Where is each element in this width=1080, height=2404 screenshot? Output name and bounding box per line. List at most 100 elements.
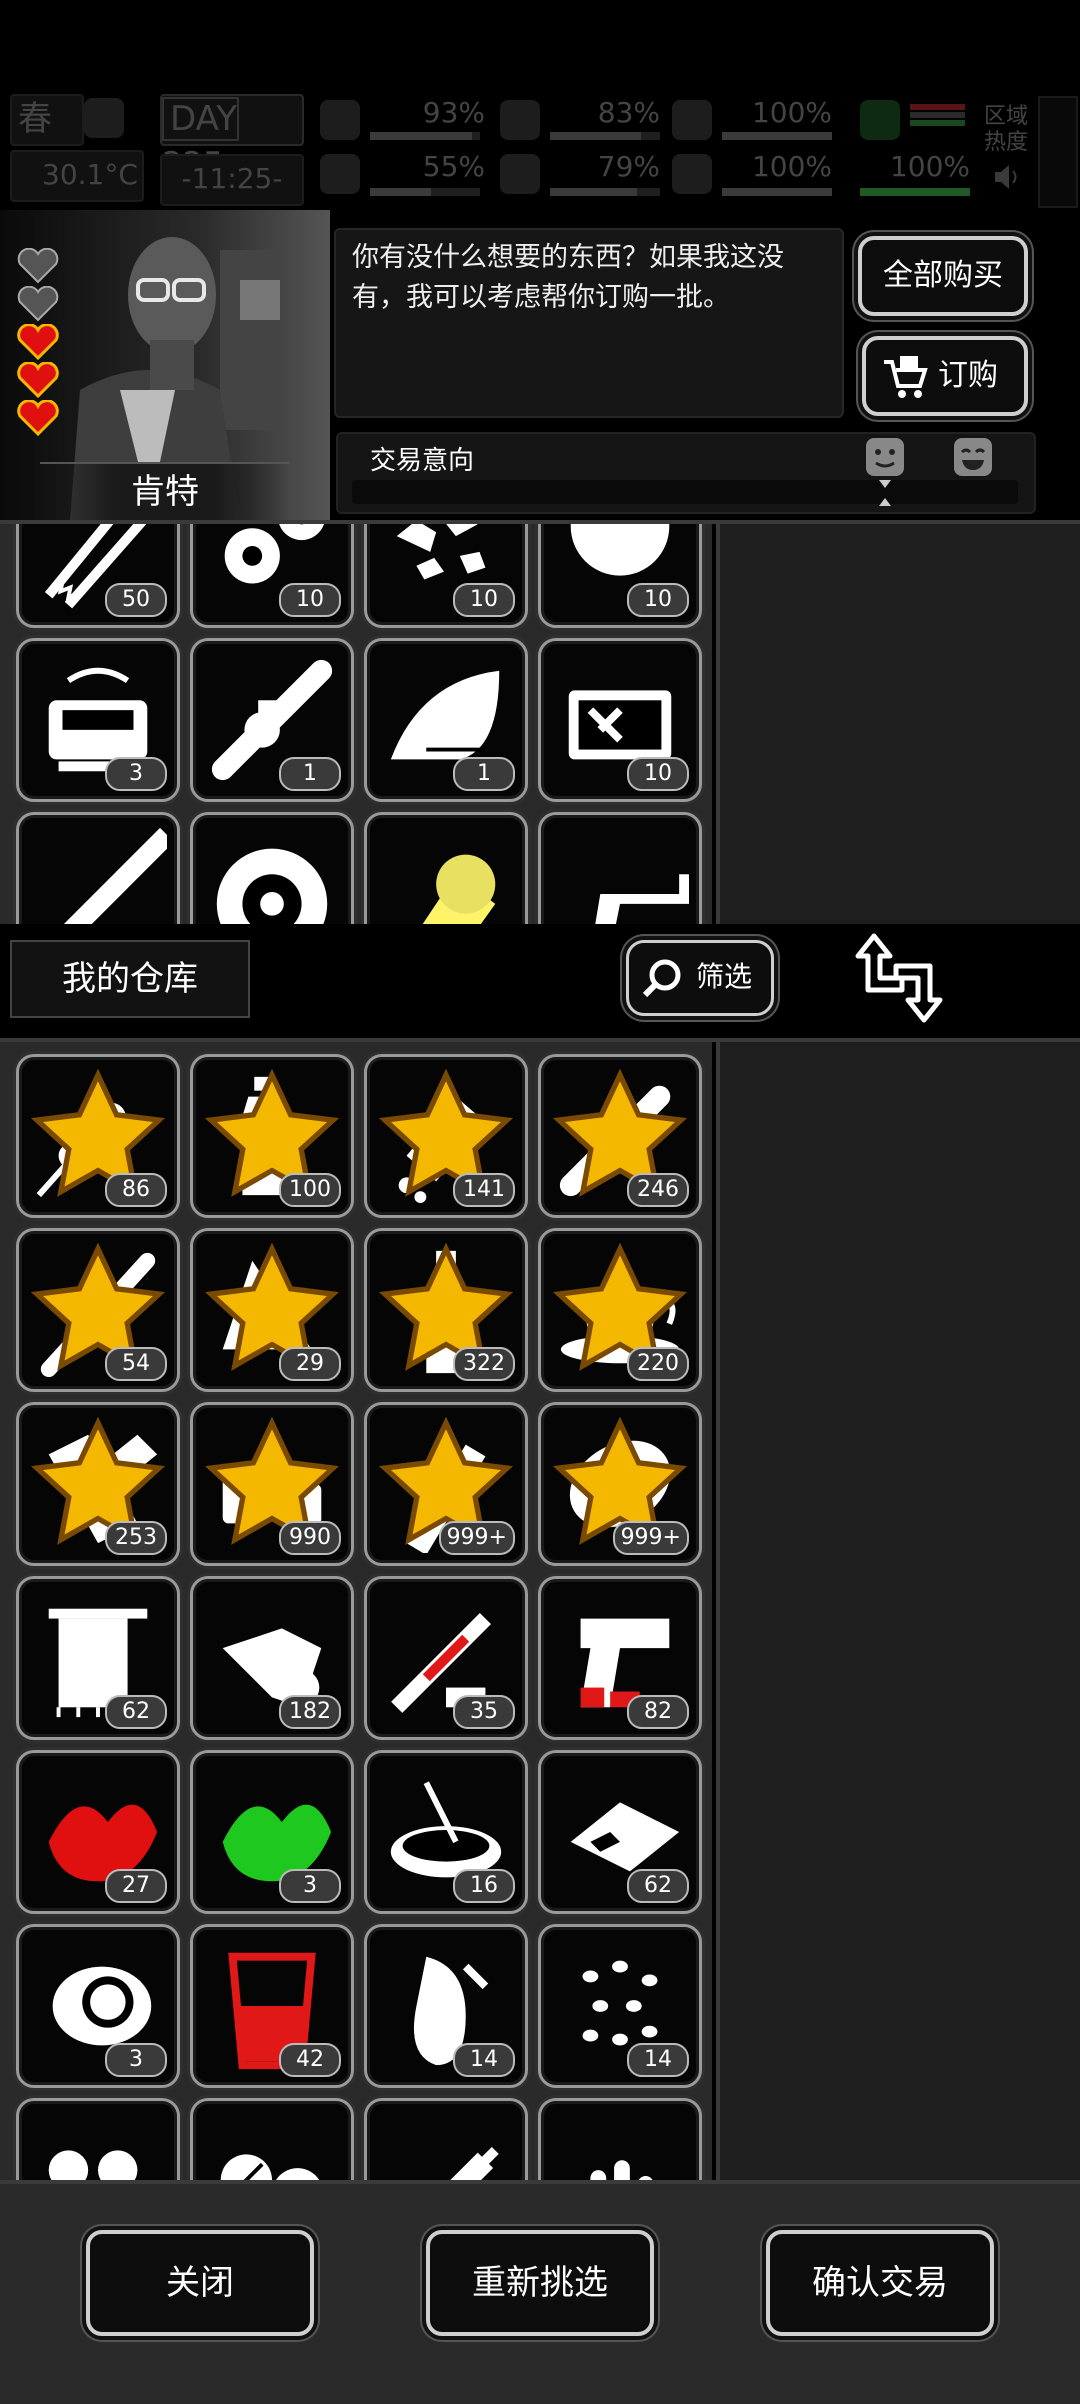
item-slot[interactable]: 182 bbox=[190, 1576, 354, 1740]
season-box: 春 bbox=[10, 94, 84, 146]
item-slot[interactable]: 322 bbox=[364, 1228, 528, 1392]
item-count: 10 bbox=[627, 757, 689, 791]
item-count: 1 bbox=[279, 757, 341, 791]
item-slot[interactable]: 10 bbox=[364, 524, 528, 628]
merchant-inventory[interactable]: 50 10 10 10 3 1 1 10 bbox=[0, 520, 1080, 924]
item-slot[interactable]: 1 bbox=[190, 638, 354, 802]
medkit-icon bbox=[320, 100, 360, 140]
item-slot[interactable] bbox=[16, 812, 180, 924]
item-slot[interactable]: 35 bbox=[364, 1576, 528, 1740]
item-slot[interactable]: 27 bbox=[16, 1750, 180, 1914]
close-button[interactable]: 关闭 bbox=[86, 2230, 314, 2336]
heart-icon bbox=[672, 154, 712, 194]
npc-name: 肯特 bbox=[40, 462, 290, 520]
pistol-icon bbox=[595, 874, 689, 924]
item-slot[interactable]: 220 bbox=[538, 1228, 702, 1392]
item-slot[interactable]: 3 bbox=[190, 1750, 354, 1914]
item-slot[interactable]: 86 bbox=[16, 1054, 180, 1218]
nuts-icon bbox=[48, 2150, 138, 2184]
item-slot[interactable]: 62 bbox=[16, 1576, 180, 1740]
item-count: 86 bbox=[105, 1173, 167, 1207]
health-bar-fill bbox=[370, 132, 473, 140]
item-slot[interactable]: 10 bbox=[538, 524, 702, 628]
item-count: 10 bbox=[627, 583, 689, 617]
item-slot[interactable]: 50 bbox=[16, 524, 180, 628]
region-heat-label: 区域 热度 bbox=[984, 104, 1029, 155]
person-icon bbox=[860, 100, 900, 140]
item-count: 182 bbox=[279, 1695, 341, 1729]
item-count: 14 bbox=[627, 2043, 689, 2077]
season-label: 春 bbox=[18, 99, 52, 139]
affinity-heart-full-icon bbox=[17, 400, 59, 436]
side-panel-handle[interactable] bbox=[1038, 96, 1078, 208]
hunger-bar bbox=[550, 132, 660, 140]
warehouse-inventory[interactable]: 86 100 141 246 54 29 322 220 253 990 999+ 999+ 62 182… bbox=[0, 1038, 1080, 2184]
item-slot[interactable]: 1 bbox=[364, 638, 528, 802]
item-count: 50 bbox=[105, 583, 167, 617]
item-slot[interactable]: 29 bbox=[190, 1228, 354, 1392]
status-bar: 春 DAY 225 30.1°C -11:25- 93% 83% 100% 55… bbox=[0, 88, 1080, 208]
item-slot[interactable]: 14 bbox=[538, 1924, 702, 2088]
item-slot[interactable] bbox=[364, 812, 528, 924]
item-slot[interactable]: 82 bbox=[538, 1576, 702, 1740]
magnifier-icon bbox=[642, 959, 681, 998]
item-slot[interactable]: 253 bbox=[16, 1402, 180, 1566]
item-count: 246 bbox=[627, 1173, 689, 1207]
stat-health: 93% bbox=[422, 96, 485, 129]
item-count: 14 bbox=[453, 2043, 515, 2077]
weather-icon bbox=[84, 98, 124, 138]
order-button[interactable]: 订购 bbox=[862, 336, 1028, 416]
buy-all-button[interactable]: 全部购买 bbox=[858, 236, 1028, 316]
item-slot[interactable]: 10 bbox=[190, 524, 354, 628]
item-slot[interactable]: 990 bbox=[190, 1402, 354, 1566]
item-slot[interactable]: 10 bbox=[538, 638, 702, 802]
stamina-bar-fill bbox=[722, 132, 832, 140]
item-slot[interactable] bbox=[538, 812, 702, 924]
item-slot[interactable]: 3 bbox=[16, 1924, 180, 2088]
swap-arrows-icon[interactable] bbox=[852, 932, 946, 1024]
item-slot[interactable] bbox=[364, 2098, 528, 2184]
item-count: 999+ bbox=[612, 1521, 689, 1555]
energy-bar-fill bbox=[860, 188, 970, 196]
reselect-button[interactable]: 重新挑选 bbox=[426, 2230, 654, 2336]
trade-intent-panel: 交易意向 bbox=[336, 432, 1036, 514]
time-box: -11:25- bbox=[160, 154, 304, 206]
item-slot[interactable]: 42 bbox=[190, 1924, 354, 2088]
item-slot[interactable]: 3 bbox=[16, 638, 180, 802]
happy-face-icon bbox=[954, 438, 992, 476]
item-slot[interactable] bbox=[190, 812, 354, 924]
item-slot[interactable]: 999+ bbox=[538, 1402, 702, 1566]
item-slot[interactable] bbox=[190, 2098, 354, 2184]
item-slot[interactable]: 141 bbox=[364, 1054, 528, 1218]
item-slot[interactable]: 54 bbox=[16, 1228, 180, 1392]
heart-bar-fill bbox=[722, 188, 832, 196]
mood-bar bbox=[370, 188, 480, 196]
item-slot[interactable] bbox=[16, 2098, 180, 2184]
item-slot[interactable]: 62 bbox=[538, 1750, 702, 1914]
item-slot[interactable] bbox=[538, 2098, 702, 2184]
item-slot[interactable]: 246 bbox=[538, 1054, 702, 1218]
filter-button[interactable]: 筛选 bbox=[626, 940, 774, 1016]
affinity-heart-empty-icon bbox=[17, 248, 59, 284]
region-heat-bars bbox=[910, 102, 965, 142]
confirm-trade-button[interactable]: 确认交易 bbox=[766, 2230, 994, 2336]
item-slot[interactable]: 100 bbox=[190, 1054, 354, 1218]
item-count: 27 bbox=[105, 1869, 167, 1903]
affinity-heart-empty-icon bbox=[17, 286, 59, 322]
item-slot[interactable]: 16 bbox=[364, 1750, 528, 1914]
ruler-icon bbox=[63, 827, 167, 924]
dropper-icon bbox=[446, 2146, 499, 2184]
close-label: 关闭 bbox=[166, 2263, 234, 2303]
item-slot[interactable]: 999+ bbox=[364, 1402, 528, 1566]
stat-hunger: 83% bbox=[597, 96, 660, 129]
speaker-icon[interactable] bbox=[992, 162, 1022, 192]
item-count: 10 bbox=[453, 583, 515, 617]
day-label: DAY bbox=[162, 97, 239, 141]
item-slot[interactable]: 14 bbox=[364, 1924, 528, 2088]
item-count: 3 bbox=[105, 757, 167, 791]
heart-bar bbox=[722, 188, 832, 196]
hunger-bar-fill bbox=[550, 132, 642, 140]
thirst-bar bbox=[550, 188, 660, 196]
affinity-heart-full-icon bbox=[17, 324, 59, 360]
item-count: 82 bbox=[627, 1695, 689, 1729]
